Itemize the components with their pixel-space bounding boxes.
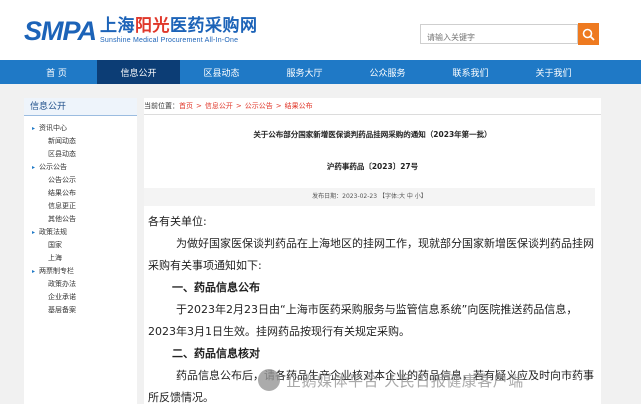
breadcrumb: 当前位置： 首页 > 信息公开 > 公示公告 > 结果公布 <box>144 98 601 115</box>
article-panel: 当前位置： 首页 > 信息公开 > 公示公告 > 结果公布 关于公布部分国家新增医保谈… <box>144 98 601 404</box>
sidebar-item[interactable]: 新闻动态 <box>32 135 137 148</box>
section-heading: 一、药品信息公布 <box>172 281 260 294</box>
search-input[interactable] <box>421 28 577 47</box>
watermark: 企鹅媒体平台 人民日报健康客户端 <box>258 369 524 391</box>
nav-contact-us[interactable]: 联系我们 <box>429 60 512 84</box>
main-nav: 首 页 信息公开 区县动态 服务大厅 公众服务 联系我们 关于我们 <box>0 60 641 84</box>
breadcrumb-label: 当前位置： <box>144 102 179 110</box>
sidebar-item[interactable]: 基层备案 <box>32 304 137 317</box>
sidebar-item[interactable]: 其他公告 <box>32 213 137 226</box>
watermark-logo-icon <box>258 369 280 391</box>
document-number: 沪药事药品〔2023〕27号 <box>326 162 419 171</box>
section-heading: 二、药品信息核对 <box>172 347 260 360</box>
search-box <box>420 24 578 47</box>
sidebar-item[interactable]: 结果公布 <box>32 187 137 200</box>
nav-service-hall[interactable]: 服务大厅 <box>263 60 346 84</box>
sidebar-menu: 资讯中心 新闻动态 区县动态 公示公告 公告公示 结果公布 信息更正 其他公告 … <box>24 116 137 317</box>
nav-public-service[interactable]: 公众服务 <box>346 60 429 84</box>
font-size-toggle[interactable]: 【字体:大 中 小】 <box>379 193 427 200</box>
search-icon <box>582 28 595 41</box>
nav-about-us[interactable]: 关于我们 <box>512 60 595 84</box>
nav-info-disclosure[interactable]: 信息公开 <box>97 60 180 84</box>
breadcrumb-link[interactable]: 结果公布 <box>285 98 313 114</box>
logo-text: 上海阳光医药采购网 Sunshine Medical Procurement A… <box>100 17 258 45</box>
publish-date: 发布日期：2023-02-23 <box>312 193 378 200</box>
sidebar-item[interactable]: 企业承诺 <box>32 291 137 304</box>
sidebar-item[interactable]: 国家 <box>32 239 137 252</box>
sidebar: 信息公开 资讯中心 新闻动态 区县动态 公示公告 公告公示 结果公布 信息更正 … <box>24 98 137 404</box>
sidebar-title: 信息公开 <box>24 98 137 116</box>
page-body: 信息公开 资讯中心 新闻动态 区县动态 公示公告 公告公示 结果公布 信息更正 … <box>0 84 641 404</box>
site-logo[interactable]: SMPA 上海阳光医药采购网 Sunshine Medical Procurem… <box>24 16 258 46</box>
breadcrumb-link[interactable]: 首页 <box>179 98 193 114</box>
search-button[interactable] <box>578 23 599 45</box>
breadcrumb-separator: > <box>275 102 282 110</box>
sidebar-item[interactable]: 公告公示 <box>32 174 137 187</box>
breadcrumb-link[interactable]: 信息公开 <box>205 98 233 114</box>
paragraph: 为做好国家医保谈判药品在上海地区的挂网工作，现就部分国家新增医保谈判药品挂网采购… <box>148 237 594 272</box>
sidebar-category[interactable]: 资讯中心 <box>32 122 137 135</box>
sidebar-item[interactable]: 区县动态 <box>32 148 137 161</box>
watermark-text: 企鹅媒体平台 人民日报健康客户端 <box>286 371 524 390</box>
nav-district-news[interactable]: 区县动态 <box>180 60 263 84</box>
nav-home[interactable]: 首 页 <box>16 60 97 84</box>
sidebar-item[interactable]: 信息更正 <box>32 200 137 213</box>
sidebar-category[interactable]: 两票制专栏 <box>32 265 137 278</box>
sidebar-category[interactable]: 公示公告 <box>32 161 137 174</box>
article-title: 关于公布部分国家新增医保谈判药品挂网采购的通知（2023年第一批） <box>253 130 492 139</box>
logo-chinese-name: 上海阳光医药采购网 <box>100 16 258 36</box>
salutation: 各有关单位: <box>148 215 207 228</box>
site-header: SMPA 上海阳光医药采购网 Sunshine Medical Procurem… <box>0 0 641 60</box>
sidebar-item[interactable]: 政策办法 <box>32 278 137 291</box>
article-meta: 发布日期：2023-02-23 【字体:大 中 小】 <box>144 188 595 206</box>
paragraph: 于2023年2月23日由“上海市医药采购服务与监管信息系统”向医院推送药品信息，… <box>148 303 578 338</box>
logo-mark: SMPA <box>24 16 97 46</box>
breadcrumb-separator: > <box>235 102 242 110</box>
breadcrumb-separator: > <box>196 102 202 110</box>
sidebar-item[interactable]: 上海 <box>32 252 137 265</box>
sidebar-category[interactable]: 政策法规 <box>32 226 137 239</box>
logo-english-name: Sunshine Medical Procurement All-In-One <box>100 37 239 44</box>
breadcrumb-link[interactable]: 公示公告 <box>245 98 273 114</box>
